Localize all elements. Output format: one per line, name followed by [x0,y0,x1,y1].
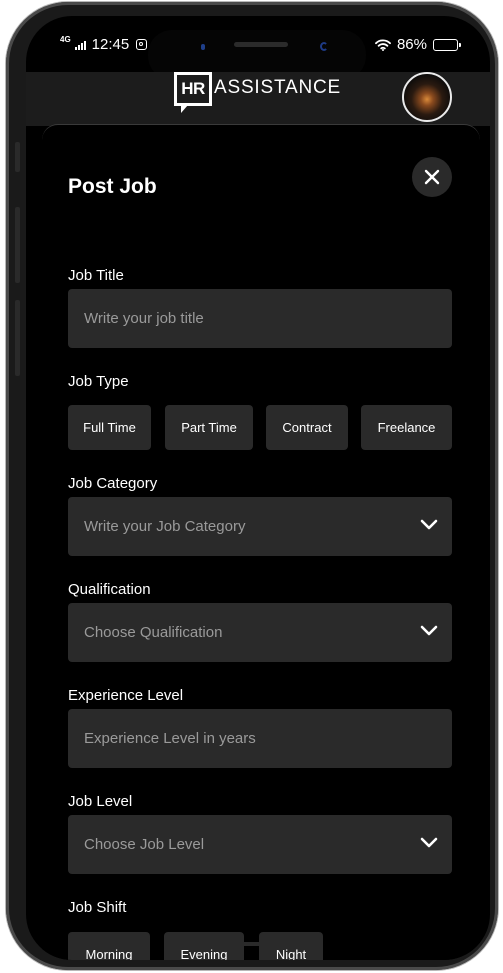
job-type-label: Job Type [68,373,129,390]
app-logo[interactable]: HR ASSISTANCE [174,72,341,113]
close-button[interactable] [412,157,452,197]
job-title-label: Job Title [68,267,124,284]
logo-badge: HR [174,72,212,113]
job-title-input[interactable]: Write your job title [68,289,452,348]
chevron-down-icon [420,837,438,848]
front-camera [320,42,328,51]
job-type-part-time-chip[interactable]: Part Time [165,405,253,450]
avatar[interactable] [402,72,452,122]
status-time: 12:45 [91,36,130,53]
job-type-contract-chip[interactable]: Contract [266,405,348,450]
network-type: 4G [60,35,71,44]
chevron-down-icon [420,519,438,530]
earpiece-speaker [234,42,288,47]
job-category-placeholder: Write your Job Category [84,518,246,535]
experience-level-label: Experience Level [68,687,184,704]
side-button-mute [15,142,20,172]
logo-badge-text: HR [181,79,205,98]
job-type-freelance-chip[interactable]: Freelance [361,405,452,450]
job-shift-label: Job Shift [68,899,127,916]
battery-icon [433,38,461,51]
job-shift-morning-chip[interactable]: Morning [68,932,150,960]
side-button-volume-down [15,300,20,376]
job-level-placeholder: Choose Job Level [84,836,205,853]
phone-frame: 4G 12:45 86% HR ASSISTANCE Post Job Job … [6,2,498,970]
home-indicator[interactable] [219,942,321,946]
screen: 4G 12:45 86% HR ASSISTANCE Post Job Job … [26,16,490,960]
close-icon [424,169,440,185]
job-category-select[interactable]: Write your Job Category [68,497,452,556]
job-shift-night-chip[interactable]: Night [259,932,323,960]
logo-text: ASSISTANCE [214,77,341,98]
experience-level-input[interactable]: Experience Level in years [68,709,452,768]
job-category-label: Job Category [68,475,158,492]
side-button-volume-up [15,207,20,283]
job-level-select[interactable]: Choose Job Level [68,815,452,874]
page-title: Post Job [68,175,157,198]
battery-percent: 86% [396,36,427,53]
proximity-sensor [201,44,205,50]
job-type-full-time-chip[interactable]: Full Time [68,405,151,450]
wifi-icon [375,38,391,51]
experience-level-placeholder: Experience Level in years [84,730,256,747]
qualification-placeholder: Choose Qualification [84,624,223,641]
job-shift-evening-chip[interactable]: Evening [164,932,244,960]
signal-icon [74,40,86,50]
instagram-icon [136,39,148,50]
qualification-select[interactable]: Choose Qualification [68,603,452,662]
qualification-label: Qualification [68,581,151,598]
job-title-placeholder: Write your job title [84,310,204,327]
post-job-card: Post Job Job Title Write your job title … [42,124,480,960]
job-level-label: Job Level [68,793,133,810]
chevron-down-icon [420,625,438,636]
